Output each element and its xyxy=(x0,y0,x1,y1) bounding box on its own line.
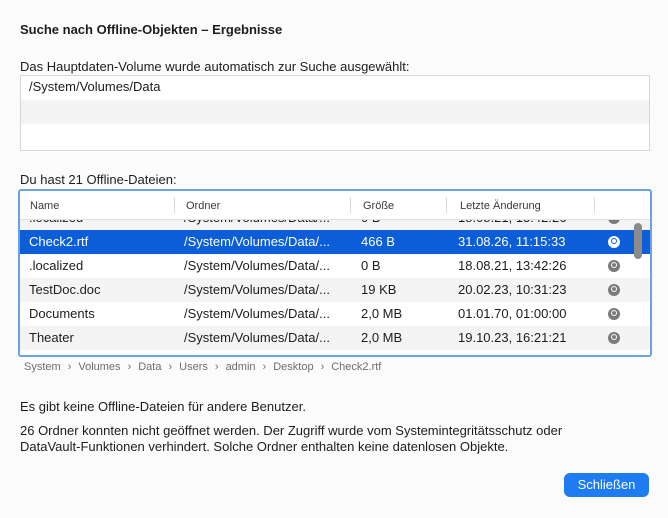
chevron-right-icon: › xyxy=(214,361,219,373)
column-divider[interactable] xyxy=(446,197,447,213)
path-breadcrumb: System › Volumes › Data › Users › admin › Desktop ›… xyxy=(24,361,381,373)
chevron-right-icon: › xyxy=(168,361,173,373)
column-header-name[interactable]: Name xyxy=(30,200,59,212)
cell-name: Check2.rtf xyxy=(29,234,89,249)
breadcrumb-item[interactable]: Desktop xyxy=(273,361,313,373)
info-folders-line2: DataVault-Funktionen verhindert. Solche … xyxy=(20,439,509,454)
chevron-right-icon: › xyxy=(320,361,325,373)
cell-modified: 31.08.26, 11:15:33 xyxy=(458,234,566,249)
cell-modified: 01.01.70, 01:00:00 xyxy=(458,306,567,321)
close-button[interactable]: Schließen xyxy=(564,473,649,497)
cell-folder: /System/Volumes/Data/... xyxy=(184,258,330,273)
volume-empty-row xyxy=(21,124,649,148)
column-divider[interactable] xyxy=(174,197,175,213)
reveal-magnifier-icon[interactable] xyxy=(608,236,620,248)
reveal-magnifier-icon[interactable] xyxy=(608,284,620,296)
info-other-users: Es gibt keine Offline-Dateien für andere… xyxy=(20,399,306,414)
vertical-scrollbar[interactable] xyxy=(634,223,642,259)
cell-folder: /System/Volumes/Data/... xyxy=(184,306,330,321)
volume-empty-row xyxy=(21,100,649,124)
cell-size: 466 B xyxy=(361,234,395,249)
chevron-right-icon: › xyxy=(127,361,132,373)
breadcrumb-item[interactable]: Volumes xyxy=(78,361,120,373)
table-header: Name Ordner Größe Letzte Änderung xyxy=(20,191,650,220)
reveal-magnifier-icon[interactable] xyxy=(608,308,620,320)
table-row[interactable]: .localized /System/Volumes/Data/... 0 B … xyxy=(20,254,650,278)
dialog-window: Suche nach Offline-Objekten – Ergebnisse… xyxy=(0,0,668,518)
cell-modified: 19.10.23, 16:21:21 xyxy=(458,330,567,345)
cell-modified: 18.08.21, 13:42:26 xyxy=(458,258,567,273)
cell-size: 2,0 MB xyxy=(361,306,403,321)
cell-name: .localized xyxy=(29,258,84,273)
breadcrumb-item[interactable]: System xyxy=(24,361,61,373)
files-label: Du hast 21 Offline-Dateien: xyxy=(20,172,177,187)
dialog-title: Suche nach Offline-Objekten – Ergebnisse xyxy=(20,22,283,37)
cell-folder: /System/Volumes/Data/... xyxy=(184,282,330,297)
cell-name: Theater xyxy=(29,330,74,345)
breadcrumb-item[interactable]: Check2.rtf xyxy=(331,361,381,373)
cell-size: 19 KB xyxy=(361,282,397,297)
chevron-right-icon: › xyxy=(262,361,267,373)
cell-size: 0 B xyxy=(361,258,381,273)
table-row-selected[interactable]: Check2.rtf /System/Volumes/Data/... 466 … xyxy=(20,230,650,254)
cell-folder: /System/Volumes/Data/... xyxy=(184,234,330,249)
column-header-folder[interactable]: Ordner xyxy=(186,200,220,212)
breadcrumb-item[interactable]: Users xyxy=(179,361,208,373)
volume-label: Das Hauptdaten-Volume wurde automatisch … xyxy=(20,59,410,74)
column-header-modified[interactable]: Letzte Änderung xyxy=(460,200,541,212)
volume-item[interactable]: /System/Volumes/Data xyxy=(21,76,649,100)
chevron-right-icon: › xyxy=(67,361,72,373)
table-row[interactable]: Documents /System/Volumes/Data/... 2,0 M… xyxy=(20,302,650,326)
column-header-size[interactable]: Größe xyxy=(363,200,394,212)
cell-name: Documents xyxy=(29,306,95,321)
info-folders-line1: 26 Ordner konnten nicht geöffnet werden.… xyxy=(20,423,563,438)
reveal-magnifier-icon[interactable] xyxy=(608,260,620,272)
offline-files-table[interactable]: .localized /System/Volumes/Data/... 0 B … xyxy=(18,189,652,357)
breadcrumb-item[interactable]: Data xyxy=(138,361,161,373)
cell-folder: /System/Volumes/Data/... xyxy=(184,330,330,345)
reveal-magnifier-icon[interactable] xyxy=(608,332,620,344)
cell-modified: 20.02.23, 10:31:23 xyxy=(458,282,567,297)
cell-size: 2,0 MB xyxy=(361,330,403,345)
table-row[interactable]: TestDoc.doc /System/Volumes/Data/... 19 … xyxy=(20,278,650,302)
volume-list: /System/Volumes/Data xyxy=(20,75,650,151)
column-divider[interactable] xyxy=(594,197,595,213)
table-body: .localized /System/Volumes/Data/... 0 B … xyxy=(20,206,650,350)
column-divider[interactable] xyxy=(350,197,351,213)
table-row[interactable]: Theater /System/Volumes/Data/... 2,0 MB … xyxy=(20,326,650,350)
cell-name: TestDoc.doc xyxy=(29,282,101,297)
breadcrumb-item[interactable]: admin xyxy=(226,361,256,373)
